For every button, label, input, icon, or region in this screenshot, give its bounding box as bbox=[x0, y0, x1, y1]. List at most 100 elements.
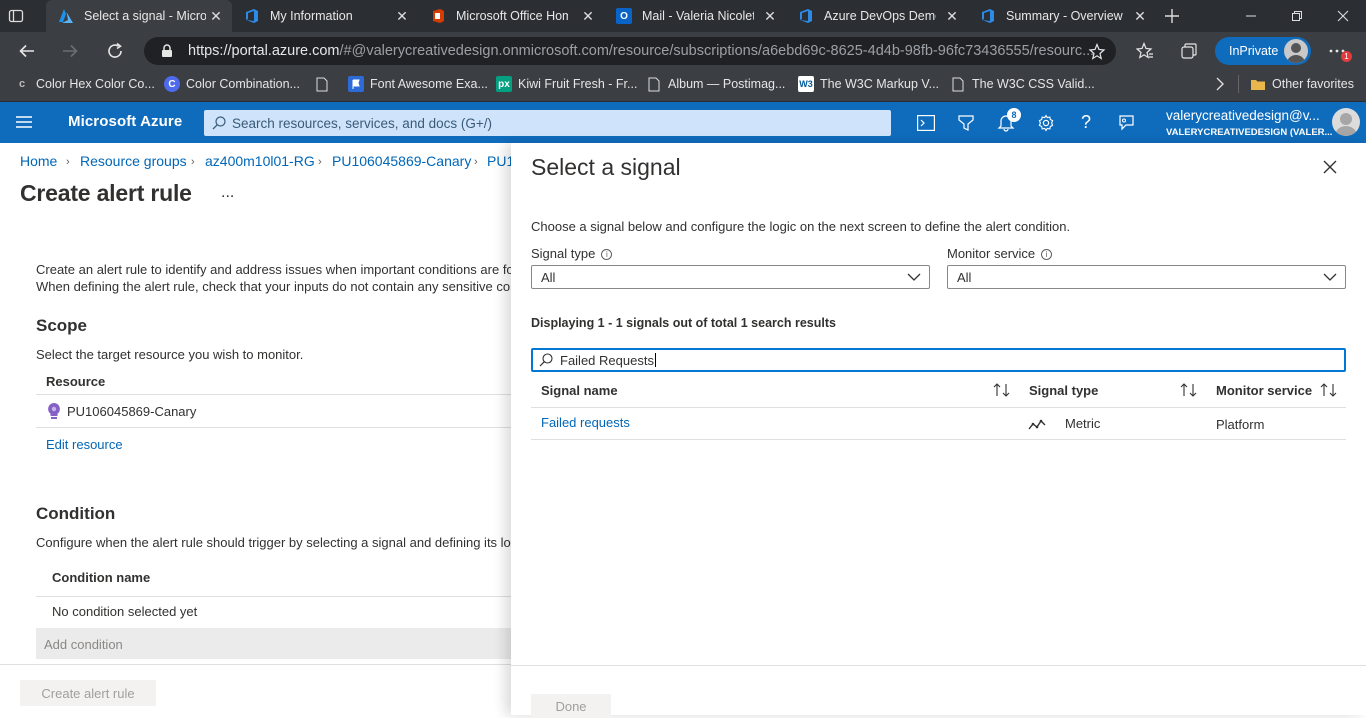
tab-actions-icon[interactable] bbox=[8, 8, 24, 24]
directory-filter-icon[interactable] bbox=[946, 102, 986, 143]
bookmark-item[interactable]: The W3C CSS Valid... bbox=[950, 70, 1095, 98]
breadcrumb-resource-groups[interactable]: Resource groups bbox=[80, 153, 187, 169]
settings-gear-icon[interactable] bbox=[1026, 102, 1066, 143]
browser-tab-strip: Select a signal - Microsoft Azure ✕ My I… bbox=[0, 0, 1366, 32]
collections-icon[interactable] bbox=[1180, 42, 1198, 60]
color-combination-icon: C bbox=[164, 76, 180, 92]
favorites-icon[interactable] bbox=[1136, 42, 1154, 60]
results-count-text: Displaying 1 - 1 signals out of total 1 … bbox=[531, 316, 836, 330]
create-alert-rule-button[interactable]: Create alert rule bbox=[20, 680, 156, 706]
breadcrumb-home[interactable]: Home bbox=[20, 153, 57, 169]
bookmark-item[interactable]: Font Awesome Exa... bbox=[348, 70, 488, 98]
lock-icon[interactable] bbox=[160, 44, 174, 58]
close-icon[interactable]: ✕ bbox=[1132, 8, 1148, 24]
add-favorite-icon[interactable] bbox=[1088, 43, 1106, 61]
breadcrumb-resource[interactable]: PU106045869-Canary bbox=[332, 153, 471, 169]
close-icon[interactable]: ✕ bbox=[762, 8, 778, 24]
bookmark-item[interactable]: W3 The W3C Markup V... bbox=[798, 70, 939, 98]
restore-icon[interactable] bbox=[1274, 0, 1320, 32]
chevron-right-icon: › bbox=[318, 156, 322, 168]
edit-resource-link[interactable]: Edit resource bbox=[46, 437, 123, 452]
search-icon bbox=[539, 353, 553, 367]
monitor-service-label: Monitor service i bbox=[947, 246, 1053, 261]
avatar[interactable] bbox=[1332, 108, 1360, 136]
forward-icon[interactable] bbox=[61, 42, 79, 60]
bookmark-item[interactable] bbox=[314, 70, 336, 98]
account-email[interactable]: valerycreativedesign@v... bbox=[1166, 108, 1320, 123]
inprivate-badge[interactable]: InPrivate bbox=[1215, 37, 1311, 65]
bookmark-item[interactable]: Album — Postimag... bbox=[646, 70, 785, 98]
tab-title: Select a signal - Microsoft Azure bbox=[84, 9, 206, 23]
select-signal-panel: Select a signal Choose a signal below an… bbox=[511, 143, 1366, 718]
search-placeholder: Search resources, services, and docs (G+… bbox=[232, 115, 492, 131]
feedback-icon[interactable] bbox=[1106, 102, 1146, 143]
bookmark-item[interactable]: C Color Combination... bbox=[164, 70, 300, 98]
column-header-signal-name[interactable]: Signal name bbox=[541, 383, 618, 398]
w3c-icon: W3 bbox=[798, 76, 814, 92]
metric-icon bbox=[1028, 419, 1046, 431]
minimize-icon[interactable] bbox=[1228, 0, 1274, 32]
close-icon[interactable]: ✕ bbox=[208, 8, 224, 24]
tab-title: Microsoft Office Home bbox=[456, 9, 568, 23]
signal-type-dropdown[interactable]: All bbox=[531, 265, 930, 289]
info-icon[interactable]: i bbox=[601, 249, 613, 260]
chevron-right-icon[interactable] bbox=[1214, 77, 1226, 91]
close-icon[interactable]: ✕ bbox=[580, 8, 596, 24]
browser-toolbar: https://portal.azure.com/#@valerycreativ… bbox=[0, 32, 1366, 70]
browser-tab-my-information[interactable]: My Information ✕ bbox=[232, 0, 418, 32]
colorhex-icon: c bbox=[18, 78, 26, 90]
browser-tab-mail[interactable]: O Mail - Valeria Nicoleta ✕ bbox=[604, 0, 786, 32]
browser-tab-devops-demo[interactable]: Azure DevOps Demo Generator ✕ bbox=[786, 0, 968, 32]
sort-icon[interactable] bbox=[993, 383, 1011, 397]
bookmark-item[interactable]: px Kiwi Fruit Fresh - Fr... bbox=[496, 70, 637, 98]
bookmark-item[interactable]: c Color Hex Color Co... bbox=[14, 70, 155, 98]
panel-title: Select a signal bbox=[531, 154, 681, 180]
done-button[interactable]: Done bbox=[531, 694, 611, 718]
refresh-icon[interactable] bbox=[106, 42, 124, 60]
monitor-service-value: All bbox=[957, 269, 972, 285]
divider bbox=[511, 665, 1366, 666]
page-icon bbox=[950, 76, 966, 92]
resource-name: PU106045869-Canary bbox=[67, 404, 197, 419]
column-header-signal-type[interactable]: Signal type bbox=[1029, 383, 1098, 398]
table-row[interactable]: Failed requests Metric Platform bbox=[531, 408, 1346, 439]
sort-icon[interactable] bbox=[1320, 383, 1338, 397]
signal-search-input[interactable]: Failed Requests bbox=[531, 348, 1346, 372]
hamburger-menu-icon[interactable] bbox=[16, 115, 32, 129]
add-condition-button[interactable]: Add condition bbox=[36, 628, 511, 659]
condition-heading: Condition bbox=[36, 504, 116, 523]
close-icon[interactable] bbox=[1323, 160, 1337, 174]
info-icon[interactable]: i bbox=[1041, 249, 1053, 260]
notification-dot: 1 bbox=[1341, 51, 1352, 62]
close-window-icon[interactable] bbox=[1320, 0, 1366, 32]
tab-title: Azure DevOps Demo Generator bbox=[824, 9, 936, 23]
monitor-service-cell: Platform bbox=[1216, 417, 1265, 432]
address-bar[interactable]: https://portal.azure.com/#@valerycreativ… bbox=[144, 37, 1116, 65]
notifications-bell-icon[interactable]: 8 bbox=[986, 102, 1026, 143]
divider bbox=[0, 664, 511, 665]
browser-tab-select-signal[interactable]: Select a signal - Microsoft Azure ✕ bbox=[46, 0, 232, 32]
cloud-shell-icon[interactable] bbox=[906, 102, 946, 143]
close-icon[interactable]: ✕ bbox=[944, 8, 960, 24]
page-title: Create alert rule bbox=[20, 180, 192, 206]
browser-tab-summary[interactable]: Summary - Overview ✕ bbox=[968, 0, 1156, 32]
office-icon bbox=[430, 8, 446, 24]
close-icon[interactable]: ✕ bbox=[394, 8, 410, 24]
new-tab-icon[interactable] bbox=[1164, 8, 1180, 24]
page-icon bbox=[314, 76, 330, 92]
column-header-monitor-service[interactable]: Monitor service bbox=[1216, 383, 1312, 398]
breadcrumb-resource-group[interactable]: az400m10l01-RG bbox=[205, 153, 315, 169]
folder-icon bbox=[1250, 76, 1266, 92]
signal-name-link[interactable]: Failed requests bbox=[541, 415, 630, 430]
help-icon[interactable]: ? bbox=[1066, 102, 1106, 143]
monitor-service-dropdown[interactable]: All bbox=[947, 265, 1346, 289]
other-favorites[interactable]: Other favorites bbox=[1250, 70, 1354, 98]
browser-tab-office-home[interactable]: Microsoft Office Home ✕ bbox=[418, 0, 604, 32]
divider bbox=[1238, 75, 1239, 93]
more-options-button[interactable]: ... bbox=[221, 184, 234, 202]
back-icon[interactable] bbox=[18, 42, 36, 60]
azure-search-input[interactable]: Search resources, services, and docs (G+… bbox=[204, 110, 891, 136]
tab-title: Summary - Overview bbox=[1006, 9, 1123, 23]
sort-icon[interactable] bbox=[1180, 383, 1198, 397]
azure-brand[interactable]: Microsoft Azure bbox=[68, 113, 182, 130]
